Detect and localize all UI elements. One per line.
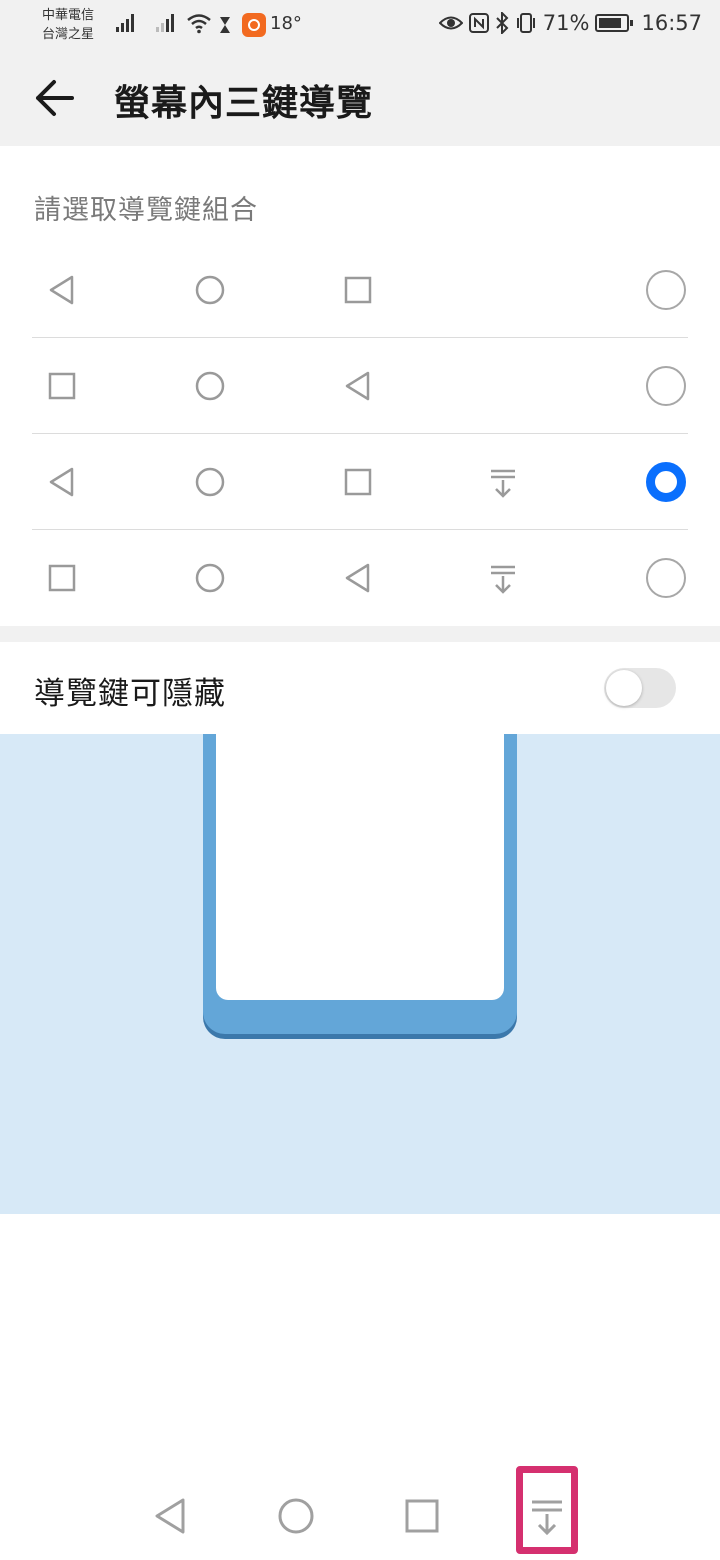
hide-nav-icon: [491, 469, 515, 498]
system-navigation-bar: [0, 1456, 720, 1560]
highlight-box: [516, 1466, 578, 1554]
temperature: 18°: [270, 13, 302, 34]
vibrate-icon: [516, 13, 535, 33]
hide-nav-keys-setting[interactable]: 導覽鍵可隱藏: [0, 642, 720, 734]
nav-home-button[interactable]: [276, 1496, 316, 1536]
back-icon: [345, 563, 370, 593]
status-bar: 中華電信 台灣之星 18° 71% 16:57: [0, 0, 720, 50]
phone-screen: [216, 734, 504, 1000]
eye-comfort-icon: [438, 16, 463, 30]
app-header: 螢幕內三鍵導覽: [0, 50, 720, 146]
nav-recents-button[interactable]: [402, 1496, 442, 1536]
toggle-knob: [606, 670, 642, 706]
combination-option-4[interactable]: [32, 530, 688, 626]
home-icon: [195, 275, 225, 305]
home-icon: [195, 563, 225, 593]
hide-nav-icon: [491, 565, 515, 594]
signal-icon-2: [156, 14, 174, 32]
radio-button[interactable]: [646, 366, 686, 406]
hourglass-icon: [220, 17, 230, 33]
phone-illustration: [203, 734, 517, 1034]
battery-icon: [595, 14, 634, 32]
bluetooth-icon: [496, 12, 509, 34]
hide-nav-keys-label: 導覽鍵可隱藏: [34, 676, 226, 712]
recents-icon: [48, 564, 76, 592]
signal-icon: [116, 14, 134, 32]
carrier-name-2: 台灣之星: [42, 27, 95, 42]
carrier-info: 中華電信 台灣之星: [42, 6, 94, 44]
section-label: 請選取導覽鍵組合: [34, 195, 258, 226]
back-icon: [345, 371, 370, 401]
combination-option-1[interactable]: [32, 242, 688, 338]
back-icon: [49, 275, 74, 305]
app-notification-icon: [242, 13, 266, 37]
combination-option-3[interactable]: [32, 434, 688, 530]
radio-button[interactable]: [646, 558, 686, 598]
back-arrow-icon[interactable]: [28, 72, 84, 124]
wifi-icon: [187, 14, 211, 34]
home-icon: [195, 467, 225, 497]
radio-button-selected[interactable]: [646, 462, 686, 502]
nfc-icon: [468, 13, 489, 33]
battery-percent: 71%: [542, 11, 590, 35]
combination-option-2[interactable]: [32, 338, 688, 434]
back-icon: [49, 467, 74, 497]
preview-illustration: [0, 734, 720, 1214]
page-title: 螢幕內三鍵導覽: [114, 83, 374, 124]
section-divider: [0, 626, 720, 642]
nav-back-button[interactable]: [150, 1496, 190, 1536]
recents-icon: [344, 468, 372, 496]
clock: 16:57: [641, 11, 702, 35]
radio-button[interactable]: [646, 270, 686, 310]
home-icon: [195, 371, 225, 401]
recents-icon: [48, 372, 76, 400]
status-right-group: 71% 16:57: [438, 11, 702, 35]
hide-nav-keys-toggle[interactable]: [604, 668, 676, 708]
carrier-name-1: 中華電信: [42, 8, 95, 23]
recents-icon: [344, 276, 372, 304]
